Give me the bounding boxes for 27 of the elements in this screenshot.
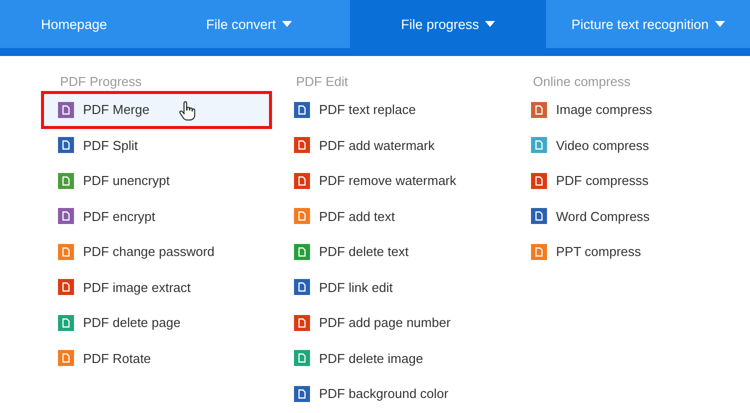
nav-tab[interactable]: File progress	[350, 0, 546, 48]
menu-item[interactable]: PDF link edit	[278, 270, 507, 305]
menu-item[interactable]: PDF encrypt	[42, 198, 271, 234]
column-heading: Online compress	[532, 73, 632, 90]
menu-item[interactable]: PDF delete image	[278, 340, 507, 376]
menu-item[interactable]: PDF Rotate	[42, 340, 271, 376]
menu-item[interactable]: PDF Split	[42, 128, 271, 163]
hand-pointer-icon	[178, 101, 196, 121]
menu-item[interactable]: PDF add text	[278, 198, 507, 234]
column-heading: PDF Edit	[295, 73, 350, 90]
menu-item[interactable]: PDF Merge	[42, 92, 271, 128]
menu-item[interactable]: Word Compress	[515, 198, 744, 234]
menu-item[interactable]: Image compress	[515, 92, 744, 128]
column-heading: PDF Progress	[59, 73, 143, 90]
menu-item[interactable]: PDF delete text	[278, 234, 507, 270]
menu-item[interactable]: PDF change password	[42, 234, 271, 270]
menu-item[interactable]: PDF add page number	[278, 305, 507, 340]
menu-item[interactable]: Video compress	[515, 128, 744, 163]
menu-item[interactable]: PDF delete page	[42, 305, 271, 340]
menu-item[interactable]: PDF text replace	[278, 92, 507, 128]
menu-item[interactable]: PDF compresss	[515, 163, 744, 198]
menu-item[interactable]: PDF unencrypt	[42, 163, 271, 198]
menu-item[interactable]: PDF remove watermark	[278, 163, 507, 198]
menu-item[interactable]: PDF background color	[278, 376, 507, 412]
menu-item[interactable]: PPT compress	[515, 234, 744, 270]
menu-item[interactable]: PDF image extract	[42, 270, 271, 305]
menu-item[interactable]: PDF add watermark	[278, 128, 507, 163]
